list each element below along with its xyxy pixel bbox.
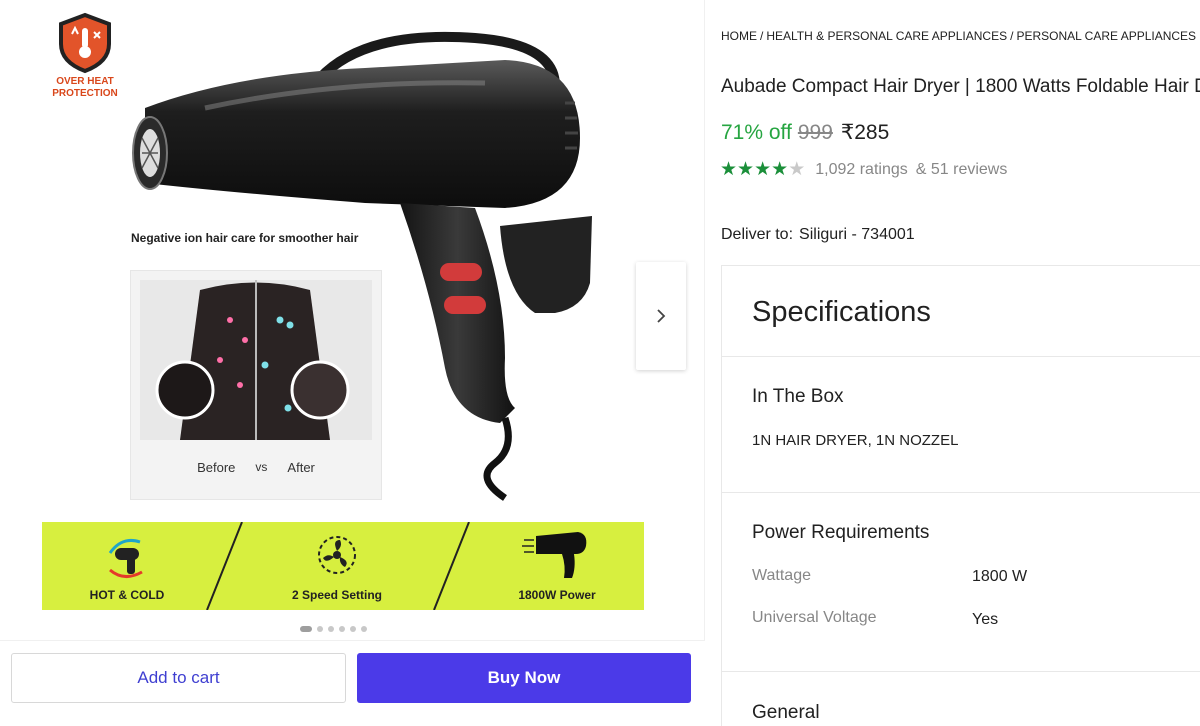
in-the-box-title: In The Box — [752, 386, 844, 407]
carousel-dot[interactable] — [350, 626, 356, 632]
next-image-button[interactable] — [636, 262, 686, 370]
feature-power: 1800W Power — [482, 522, 632, 610]
chevron-right-icon — [657, 309, 666, 323]
star-empty-icon: ★ — [788, 159, 806, 180]
breadcrumb-separator: / — [760, 29, 764, 43]
over-heat-label: OVER HEAT PROTECTION — [52, 76, 118, 99]
carousel-dot[interactable] — [328, 626, 334, 632]
star-icon: ★ — [771, 159, 789, 180]
hair-comparison-image — [140, 280, 372, 440]
general-title: General — [752, 702, 820, 723]
feature-power-label: 1800W Power — [518, 588, 596, 602]
product-details: HOME / HEALTH & PERSONAL CARE APPLIANCES / P… — [720, 0, 1200, 726]
after-label: After — [287, 460, 315, 475]
buy-now-button[interactable]: Buy Now — [357, 653, 691, 703]
star-icon: ★ — [720, 159, 738, 180]
reviews-count[interactable]: & 51 reviews — [916, 161, 1008, 179]
spec-divider — [722, 492, 1200, 493]
star-rating: ★★★★★ — [720, 160, 805, 180]
feature-speed: 2 Speed Setting — [262, 522, 412, 610]
breadcrumb-home[interactable]: HOME — [721, 29, 757, 43]
star-icon: ★ — [754, 159, 772, 180]
spec-divider — [722, 671, 1200, 672]
ratings-count[interactable]: 1,092 ratings — [815, 161, 908, 179]
price-row: 71% off 999 ₹285 — [721, 120, 889, 145]
in-the-box-value: 1N HAIR DRYER, 1N NOZZEL — [752, 432, 959, 449]
fan-speed-icon — [318, 536, 356, 574]
hot-cold-icon — [108, 538, 143, 578]
carousel-dot[interactable] — [361, 626, 367, 632]
purchase-actions: Add to cart Buy Now — [0, 640, 705, 726]
selling-price: ₹285 — [840, 121, 890, 144]
discount-badge: 71% off — [721, 121, 792, 144]
vs-label: vs — [255, 460, 268, 474]
carousel-dot[interactable] — [300, 626, 312, 632]
gallery-viewport: OVER HEAT PROTECTION Negative ion hair c… — [0, 0, 705, 640]
breadcrumb-separator: / — [1010, 29, 1014, 43]
spec-divider — [722, 356, 1200, 357]
universal-voltage-key: Universal Voltage — [752, 609, 877, 626]
before-after-card: Before vs After — [130, 270, 382, 500]
rating-row: ★★★★★ 1,092 ratings & 51 reviews — [720, 160, 1007, 180]
specifications-panel: Specifications In The Box 1N HAIR DRYER,… — [721, 265, 1200, 726]
ion-caption: Negative ion hair care for smoother hair — [131, 231, 359, 245]
add-to-cart-button[interactable]: Add to cart — [11, 653, 346, 703]
delivery-location: Siliguri - 734001 — [799, 226, 915, 243]
delivery-info[interactable]: Deliver to: Siliguri - 734001 — [721, 226, 915, 244]
specifications-heading: Specifications — [752, 296, 931, 328]
carousel-dot[interactable] — [317, 626, 323, 632]
breadcrumb: HOME / HEALTH & PERSONAL CARE APPLIANCES / P… — [721, 29, 1196, 43]
feature-strip: HOT & COLD 2 Speed Setting 1800W Power — [42, 522, 644, 610]
carousel-dot[interactable] — [339, 626, 345, 632]
shield-thermometer-icon — [59, 12, 111, 74]
product-gallery: OVER HEAT PROTECTION Negative ion hair c… — [0, 0, 705, 726]
carousel-dots — [300, 626, 367, 632]
deliver-to-label: Deliver to: — [721, 226, 794, 243]
feature-hot-cold: HOT & COLD — [52, 522, 202, 610]
before-label: Before — [197, 460, 236, 475]
wattage-key: Wattage — [752, 567, 811, 584]
product-title: Aubade Compact Hair Dryer | 1800 Watts F… — [721, 76, 1200, 97]
breadcrumb-personal-care[interactable]: PERSONAL CARE APPLIANCES — [1016, 29, 1196, 43]
feature-hot-cold-label: HOT & COLD — [89, 588, 165, 602]
feature-speed-label: 2 Speed Setting — [291, 588, 383, 602]
wattage-value: 1800 W — [972, 568, 1028, 585]
hair-dryer-icon — [522, 532, 587, 578]
breadcrumb-health-appliances[interactable]: HEALTH & PERSONAL CARE APPLIANCES — [766, 29, 1007, 43]
original-price: 999 — [797, 121, 833, 144]
star-icon: ★ — [737, 159, 755, 180]
universal-voltage-value: Yes — [972, 611, 999, 628]
power-requirements-title: Power Requirements — [752, 522, 930, 543]
over-heat-badge: OVER HEAT PROTECTION — [40, 12, 130, 100]
before-after-labels: Before vs After — [131, 460, 381, 475]
